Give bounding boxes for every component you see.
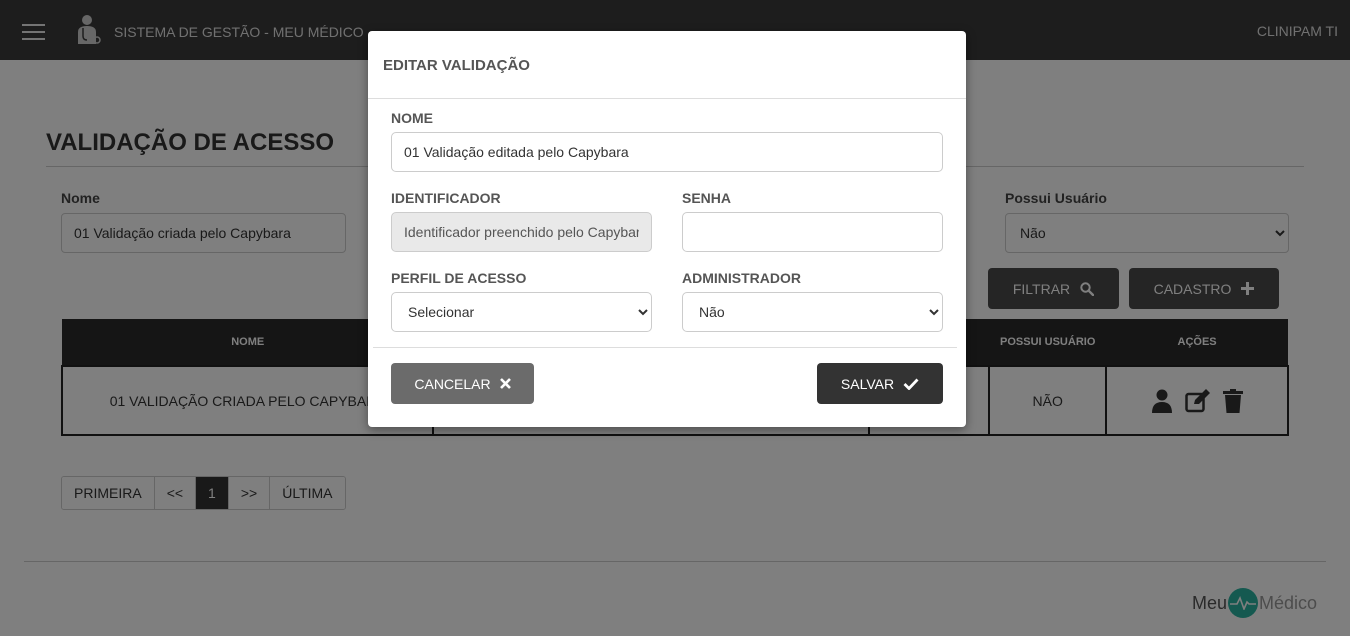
administrador-select[interactable]: Não (682, 292, 943, 332)
senha-label: SENHA (682, 190, 732, 206)
cancel-label: CANCELAR (414, 375, 491, 392)
cancel-button[interactable]: CANCELAR (391, 363, 534, 404)
check-icon (903, 378, 919, 390)
close-icon (499, 378, 511, 389)
nome-input[interactable] (391, 132, 943, 172)
senha-input[interactable] (682, 212, 943, 252)
modal-title: EDITAR VALIDAÇÃO (383, 57, 530, 74)
save-button[interactable]: SALVAR (817, 363, 943, 404)
save-label: SALVAR (840, 375, 895, 392)
modal-header-divider (368, 98, 966, 99)
identificador-label: IDENTIFICADOR (391, 190, 501, 206)
edit-validation-modal: EDITAR VALIDAÇÃO NOME IDENTIFICADOR SENH… (368, 31, 966, 427)
perfil-acesso-label: PERFIL DE ACESSO (391, 270, 527, 286)
administrador-label: ADMINISTRADOR (682, 270, 801, 286)
modal-footer-divider (373, 347, 957, 348)
perfil-acesso-select[interactable]: Selecionar (391, 292, 652, 332)
identificador-input (391, 212, 652, 252)
nome-label: NOME (391, 110, 433, 126)
